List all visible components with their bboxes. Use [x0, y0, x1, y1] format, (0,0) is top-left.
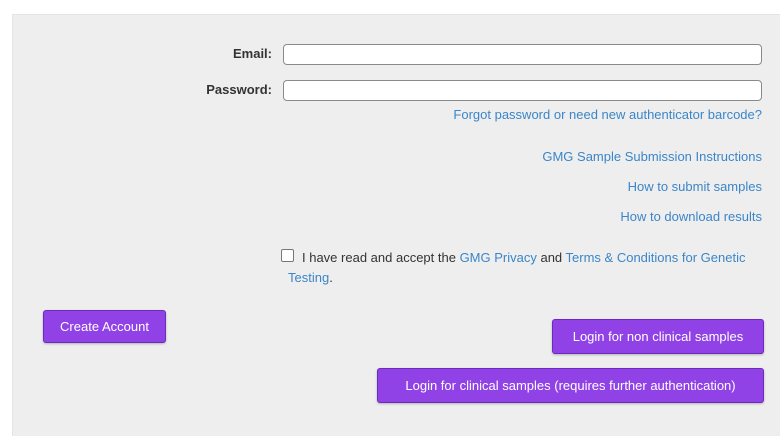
terms-middle: and [536, 250, 566, 265]
how-to-download-link[interactable]: How to download results [400, 209, 762, 224]
email-field[interactable] [283, 44, 762, 65]
email-label: Email: [232, 46, 272, 61]
terms-text: I have read and accept the GMG Privacy a… [288, 248, 758, 288]
password-label: Password: [206, 82, 272, 97]
forgot-password-link[interactable]: Forgot password or need new authenticato… [400, 107, 762, 122]
login-clinical-button[interactable]: Login for clinical samples (requires fur… [377, 368, 764, 403]
login-non-clinical-button[interactable]: Login for non clinical samples [552, 319, 764, 354]
terms-prefix: I have read and accept the [302, 250, 460, 265]
submission-instructions-link[interactable]: GMG Sample Submission Instructions [400, 149, 762, 164]
terms-suffix: . [329, 270, 333, 285]
create-account-button[interactable]: Create Account [43, 310, 166, 343]
password-field[interactable] [283, 80, 762, 101]
how-to-submit-link[interactable]: How to submit samples [400, 179, 762, 194]
privacy-link[interactable]: GMG Privacy [460, 250, 537, 265]
